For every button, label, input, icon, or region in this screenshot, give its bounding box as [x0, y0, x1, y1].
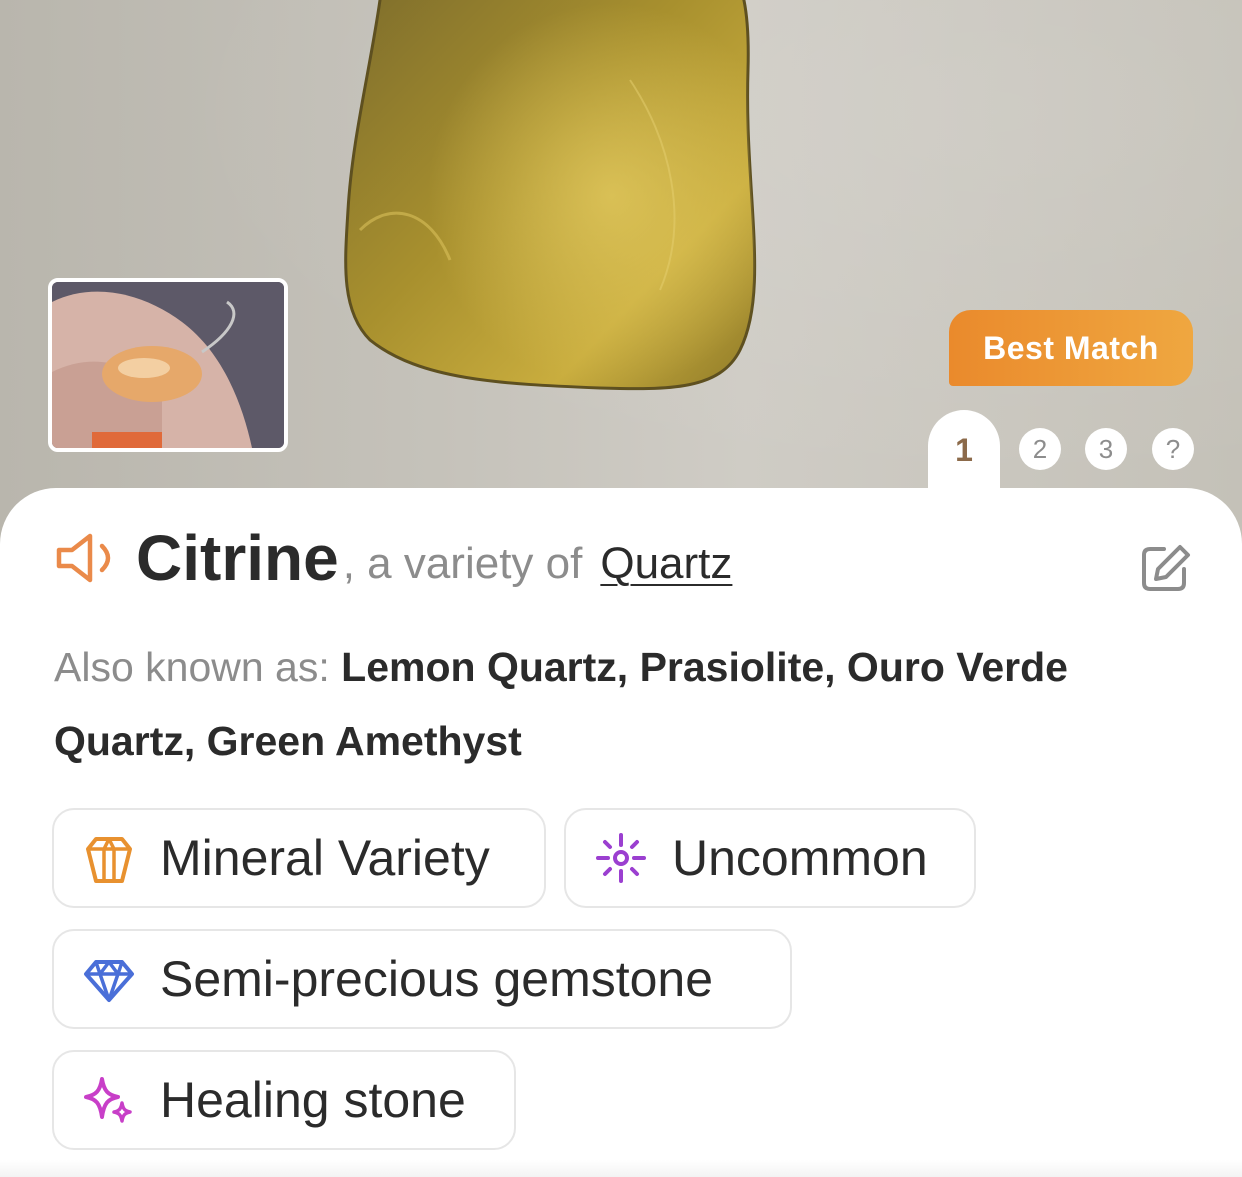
edit-icon[interactable]	[1140, 543, 1192, 593]
result-tab-1[interactable]: 1	[928, 410, 1000, 500]
result-tab-2[interactable]: 2	[1019, 428, 1061, 470]
identification-result-screen: Best Match 1 2 3 ? Citrine , a variety o…	[0, 0, 1242, 1177]
crystal-icon	[86, 837, 132, 883]
tag-label: Mineral Variety	[160, 830, 490, 886]
mineral-name: Citrine	[136, 522, 339, 594]
tag-uncommon[interactable]: Uncommon	[564, 808, 976, 908]
diamond-icon	[84, 960, 134, 1002]
specimen-photo: Best Match	[0, 0, 1242, 560]
sparkles-icon	[84, 1077, 132, 1123]
result-tab-help[interactable]: ?	[1152, 428, 1194, 470]
tag-label: Semi-precious gemstone	[160, 951, 714, 1007]
best-match-badge: Best Match	[949, 310, 1193, 386]
user-photo-thumbnail[interactable]	[48, 278, 288, 452]
aka-label: Also known as:	[54, 644, 330, 690]
bottom-fade	[0, 1160, 1242, 1177]
variety-text: , a variety of	[342, 539, 583, 588]
tag-healing-stone[interactable]: Healing stone	[52, 1050, 516, 1150]
parent-mineral-link[interactable]: Quartz	[600, 539, 732, 589]
tag-label: Uncommon	[672, 830, 928, 886]
result-tab-3[interactable]: 3	[1085, 428, 1127, 470]
user-photo-image	[52, 282, 284, 448]
speaker-icon[interactable]	[54, 530, 124, 586]
tag-semi-precious-gemstone[interactable]: Semi-precious gemstone	[52, 929, 792, 1029]
sparkle-burst-icon	[596, 833, 646, 883]
tag-mineral-variety[interactable]: Mineral Variety	[52, 808, 546, 908]
tag-label: Healing stone	[160, 1072, 466, 1128]
also-known-as: Also known as: Lemon Quartz, Prasiolite,…	[54, 630, 1174, 778]
citrine-stone-image	[344, 0, 757, 391]
result-title-row: Citrine , a variety of Quartz	[54, 522, 732, 594]
